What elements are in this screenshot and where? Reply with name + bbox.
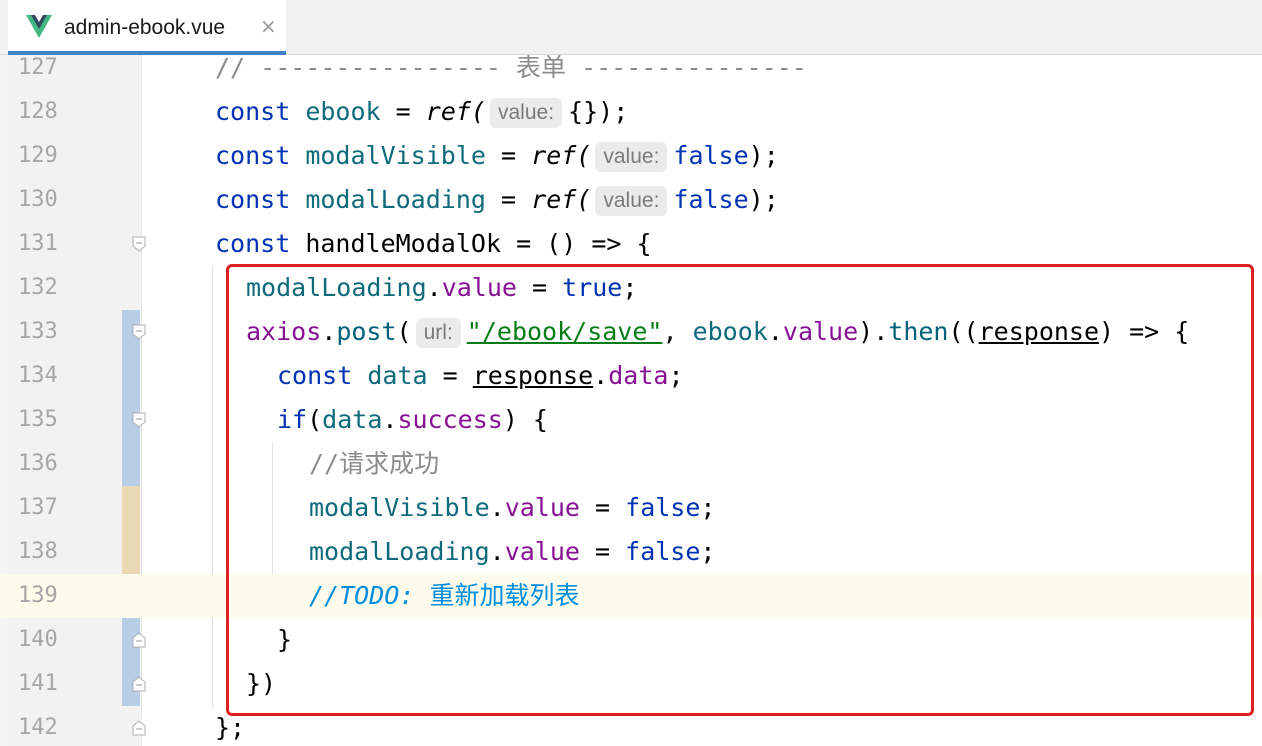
fold-close-icon[interactable] (132, 632, 146, 648)
tab-admin-ebook-vue[interactable]: admin-ebook.vue × (8, 0, 286, 55)
red-highlight-box (226, 264, 1254, 716)
code-line[interactable]: 131 const handleModalOk = () => { (0, 222, 1262, 266)
fold-close-icon[interactable] (132, 720, 146, 736)
comment: // ---------------- 表单 --------------- (215, 55, 807, 82)
line-number: 127 (18, 55, 58, 80)
line-number: 135 (18, 407, 58, 432)
param-hint: value: (595, 142, 668, 172)
editor-tab-bar: admin-ebook.vue × (0, 0, 1262, 55)
line-number: 132 (18, 275, 58, 300)
tab-filename: admin-ebook.vue (64, 16, 226, 39)
line-number: 131 (18, 231, 58, 256)
line-number: 134 (18, 363, 58, 388)
line-number: 128 (18, 99, 58, 124)
line-number: 141 (18, 671, 58, 696)
fold-open-icon[interactable] (132, 236, 146, 252)
code-line[interactable]: 127 // ---------------- 表单 -------------… (0, 55, 1262, 90)
param-hint: value: (595, 186, 668, 216)
code-line[interactable]: 129 const modalVisible = ref(value: false… (0, 134, 1262, 178)
code-line[interactable]: 130 const modalLoading = ref(value: false… (0, 178, 1262, 222)
line-number: 129 (18, 143, 58, 168)
fold-open-icon[interactable] (132, 324, 146, 340)
line-number: 133 (18, 319, 58, 344)
line-number: 138 (18, 539, 58, 564)
fold-open-icon[interactable] (132, 412, 146, 428)
line-number: 136 (18, 451, 58, 476)
param-hint: value: (490, 98, 563, 128)
line-number: 130 (18, 187, 58, 212)
line-number: 139 (8, 574, 103, 618)
line-number: 142 (18, 715, 58, 740)
code-text: const modalLoading = ref(value: false); (215, 185, 779, 216)
fold-close-icon[interactable] (132, 676, 146, 692)
line-number: 140 (18, 627, 58, 652)
code-text: const handleModalOk = () => { (215, 229, 652, 258)
code-text: const ebook = ref(value: {}); (215, 97, 629, 128)
vue-logo-icon (26, 15, 52, 38)
code-text: const modalVisible = ref(value: false); (215, 141, 779, 172)
line-number: 137 (18, 495, 58, 520)
code-line[interactable]: 128 const ebook = ref(value: {}); (0, 90, 1262, 134)
close-tab-icon[interactable]: × (260, 14, 277, 38)
code-editor[interactable]: 127 // ---------------- 表单 -------------… (0, 55, 1262, 746)
